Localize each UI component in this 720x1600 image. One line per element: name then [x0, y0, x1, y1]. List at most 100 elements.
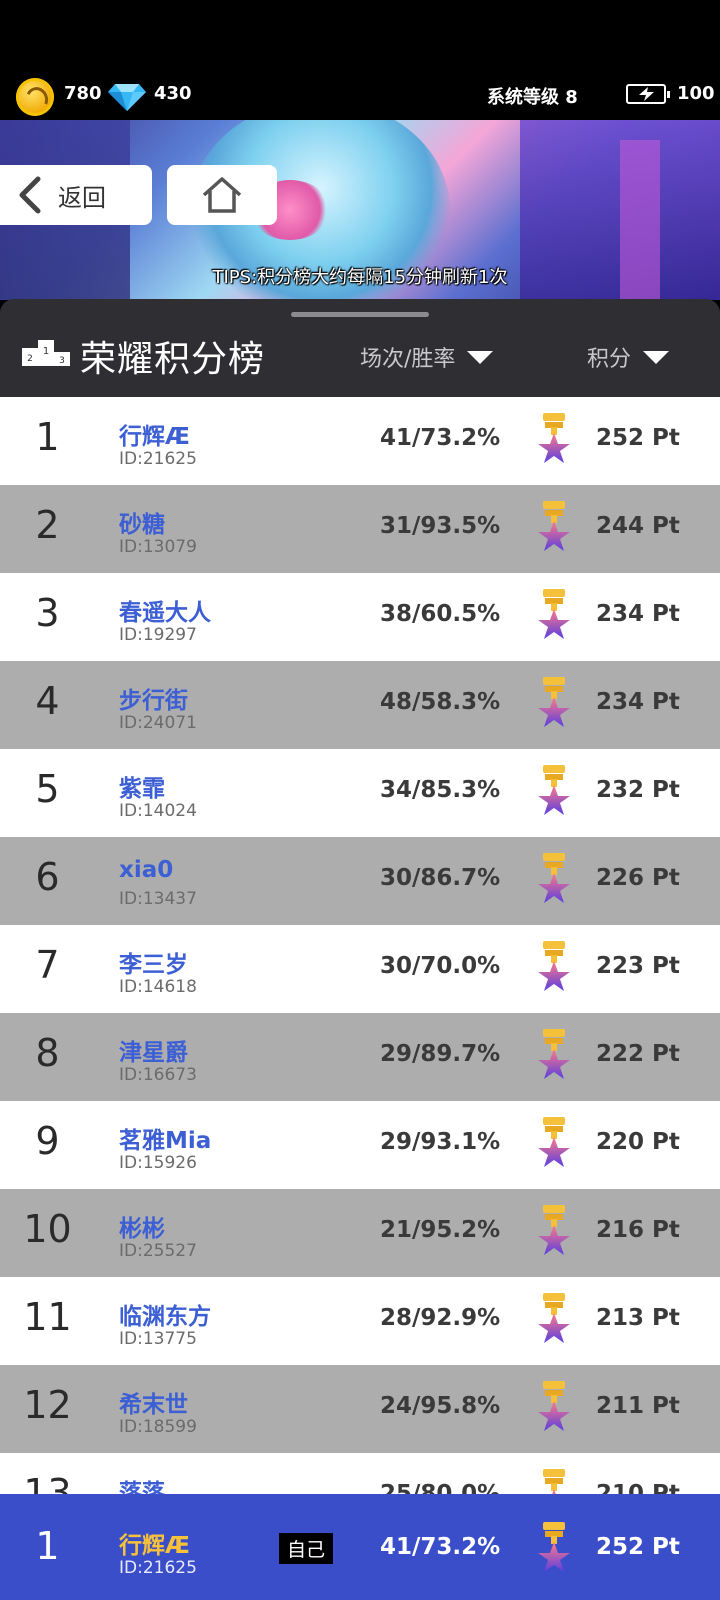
svg-text:2: 2: [27, 354, 33, 364]
player-points: 232 Pt: [596, 777, 680, 803]
medal-icon: [538, 1522, 570, 1572]
player-points: 213 Pt: [596, 1305, 680, 1331]
medal-icon: [538, 677, 570, 727]
rank-number: 3: [35, 591, 60, 635]
player-points: 226 Pt: [596, 865, 680, 891]
player-name: 津星爵: [119, 1040, 188, 1066]
medal-icon: [538, 941, 570, 991]
leaderboard-panel[interactable]: 1 2 3 荣耀积分榜 场次/胜率 积分 1 行辉Æ ID:21625 41/73.2…: [0, 299, 720, 1600]
player-points: 234 Pt: [596, 689, 680, 715]
back-label: 返回: [58, 183, 106, 212]
player-name: 李三岁: [119, 952, 188, 978]
player-id: ID:19297: [119, 625, 197, 645]
match-record: 34/85.3%: [380, 777, 501, 803]
status-bar: 780 430 系统等级 8 100: [0, 0, 720, 120]
match-record: 28/92.9%: [380, 1305, 501, 1331]
player-id: ID:13437: [119, 889, 197, 909]
back-button[interactable]: 返回: [0, 165, 152, 225]
leaderboard-row[interactable]: 5 紫霏 ID:14024 34/85.3% 232 Pt: [0, 749, 720, 837]
player-name: 临渊东方: [119, 1304, 211, 1330]
player-id: ID:15926: [119, 1153, 197, 1173]
my-rank-bar: 1 行辉Æ ID:21625 自己 41/73.2% 252 Pt: [0, 1494, 720, 1600]
rank-number: 9: [35, 1119, 60, 1163]
player-points: 252 Pt: [596, 1534, 680, 1560]
leaderboard-row[interactable]: 4 步行街 ID:24071 48/58.3% 234 Pt: [0, 661, 720, 749]
sort-triangle-icon: [467, 350, 494, 364]
medal-icon: [538, 1293, 570, 1343]
medal-icon: [538, 1117, 570, 1167]
match-record: 24/95.8%: [380, 1393, 501, 1419]
player-id: ID:16673: [119, 1065, 197, 1085]
diamond-icon: [108, 84, 146, 111]
sort-triangle-icon: [643, 350, 670, 364]
player-points: 211 Pt: [596, 1393, 680, 1419]
medal-icon: [538, 1029, 570, 1079]
player-name: xia0: [119, 857, 174, 883]
system-level: 系统等级 8: [487, 87, 578, 108]
player-id: ID:18599: [119, 1417, 197, 1437]
rank-number: 1: [35, 415, 60, 459]
medal-icon: [538, 501, 570, 551]
rank-number: 4: [35, 679, 60, 723]
player-name: 砂糖: [119, 512, 165, 538]
rank-number: 8: [35, 1031, 60, 1075]
points-column-label: 积分: [587, 347, 632, 372]
medal-icon: [538, 853, 570, 903]
player-id: ID:13079: [119, 537, 197, 557]
player-points: 252 Pt: [596, 425, 680, 451]
player-points: 244 Pt: [596, 513, 680, 539]
player-id: ID:14618: [119, 977, 197, 997]
player-name: 行辉Æ: [119, 1533, 190, 1559]
leaderboard-list[interactable]: 1 行辉Æ ID:21625 41/73.2% 252 Pt 2 砂糖 ID:13079 31/…: [0, 397, 720, 1541]
player-id: ID:25527: [119, 1241, 197, 1261]
player-name: 步行街: [119, 688, 188, 714]
match-record: 30/86.7%: [380, 865, 501, 891]
coin-icon: [16, 78, 54, 116]
medal-icon: [538, 413, 570, 463]
player-name: 行辉Æ: [119, 424, 190, 450]
rank-number: 2: [35, 503, 60, 547]
rank-number: 5: [35, 767, 60, 811]
leaderboard-row[interactable]: 12 希末世 ID:18599 24/95.8% 211 Pt: [0, 1365, 720, 1453]
leaderboard-row[interactable]: 8 津星爵 ID:16673 29/89.7% 222 Pt: [0, 1013, 720, 1101]
leaderboard-row[interactable]: 9 茗雅Mia ID:15926 29/93.1% 220 Pt: [0, 1101, 720, 1189]
match-record: 38/60.5%: [380, 601, 501, 627]
sort-matches-button[interactable]: 场次/胜率: [360, 341, 494, 373]
rank-number: 10: [23, 1207, 72, 1251]
player-points: 216 Pt: [596, 1217, 680, 1243]
leaderboard-row[interactable]: 7 李三岁 ID:14618 30/70.0% 223 Pt: [0, 925, 720, 1013]
player-id: ID:13775: [119, 1329, 197, 1349]
player-name: 春遥大人: [119, 600, 211, 626]
leaderboard-row[interactable]: 6 xia0 ID:13437 30/86.7% 226 Pt: [0, 837, 720, 925]
home-button[interactable]: [167, 165, 277, 225]
podium-icon: 1 2 3: [22, 340, 70, 366]
leaderboard-row[interactable]: 11 临渊东方 ID:13775 28/92.9% 213 Pt: [0, 1277, 720, 1365]
player-name: 紫霏: [119, 776, 165, 802]
matches-column-label: 场次/胜率: [360, 347, 456, 372]
match-record: 29/93.1%: [380, 1129, 501, 1155]
medal-icon: [538, 1205, 570, 1255]
player-id: ID:21625: [119, 1558, 197, 1578]
leaderboard-header: 1 2 3 荣耀积分榜 场次/胜率 积分: [0, 299, 720, 397]
player-name: 彬彬: [119, 1216, 165, 1242]
leaderboard-row[interactable]: 1 行辉Æ ID:21625 41/73.2% 252 Pt: [0, 397, 720, 485]
match-record: 41/73.2%: [380, 425, 501, 451]
player-points: 220 Pt: [596, 1129, 680, 1155]
player-name: 茗雅Mia: [119, 1128, 212, 1154]
leaderboard-row[interactable]: 3 春遥大人 ID:19297 38/60.5% 234 Pt: [0, 573, 720, 661]
match-record: 31/93.5%: [380, 513, 501, 539]
leaderboard-row[interactable]: 2 砂糖 ID:13079 31/93.5% 244 Pt: [0, 485, 720, 573]
player-points: 234 Pt: [596, 601, 680, 627]
player-points: 222 Pt: [596, 1041, 680, 1067]
player-id: ID:14024: [119, 801, 197, 821]
sort-points-button[interactable]: 积分: [587, 341, 670, 373]
player-id: ID:24071: [119, 713, 197, 733]
rank-number: 7: [35, 943, 60, 987]
rank-number: 1: [35, 1524, 60, 1568]
energy-count: 100: [677, 83, 715, 104]
match-record: 21/95.2%: [380, 1217, 501, 1243]
home-icon: [202, 177, 242, 213]
leaderboard-row[interactable]: 10 彬彬 ID:25527 21/95.2% 216 Pt: [0, 1189, 720, 1277]
rank-number: 11: [23, 1295, 72, 1339]
match-record: 41/73.2%: [380, 1534, 501, 1560]
